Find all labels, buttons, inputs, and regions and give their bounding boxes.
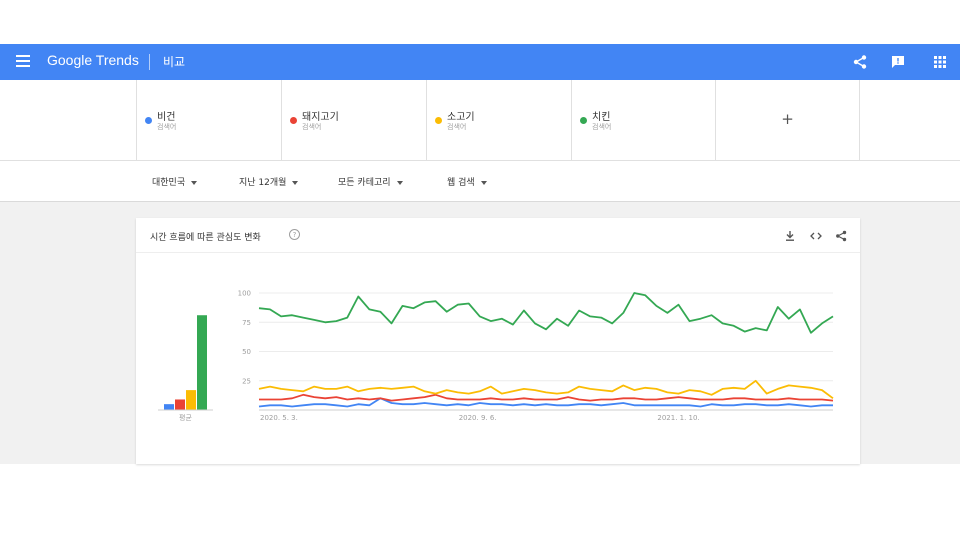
term-type: 검색어 — [447, 123, 467, 131]
caret-down-icon — [191, 180, 198, 185]
term-card-pork[interactable]: 돼지고기 검색어 — [281, 80, 425, 160]
term-name: 비건 — [157, 112, 176, 123]
term-color-dot — [290, 117, 297, 124]
y-tick-label: 100 — [238, 290, 251, 298]
add-term-button[interactable]: + — [715, 80, 860, 160]
average-bar — [186, 390, 196, 410]
share-icon[interactable] — [852, 54, 868, 70]
menu-icon[interactable] — [16, 55, 30, 69]
caret-down-icon — [292, 180, 299, 185]
top-bar: Google Trends 비교 — [0, 44, 960, 80]
filter-bar: 대한민국 지난 12개월 모든 카테고리 웹 검색 — [0, 161, 960, 202]
apps-grid-icon[interactable] — [932, 54, 948, 70]
x-tick-label: 2021. 1. 10. — [657, 414, 699, 422]
term-color-dot — [145, 117, 152, 124]
trend-chart: 25 50 75 100 평균 2020. 5. 3. 2020. 9. 6. 2021. 1… — [158, 290, 834, 422]
filter-search-type-dropdown[interactable]: 웹 검색 — [447, 175, 487, 188]
search-terms-bar: 비건 검색어 돼지고기 검색어 소고기 검색어 치킨 검색어 + — [0, 80, 960, 161]
filter-region-dropdown[interactable]: 대한민국 — [152, 175, 198, 188]
interest-over-time-card: 시간 흐름에 따른 관심도 변화 ? 25 50 75 100 평균 2020. 5. 3… — [136, 218, 860, 464]
filter-time-dropdown[interactable]: 지난 12개월 — [239, 175, 299, 188]
caret-down-icon — [396, 180, 403, 185]
plus-icon: + — [781, 110, 794, 128]
average-bar — [175, 399, 185, 410]
filter-label: 웹 검색 — [447, 178, 475, 188]
page-title: 비교 — [163, 55, 186, 69]
feedback-icon[interactable] — [890, 54, 906, 70]
term-card-beef[interactable]: 소고기 검색어 — [426, 80, 570, 160]
filter-category-dropdown[interactable]: 모든 카테고리 — [338, 175, 403, 188]
term-card-vegan[interactable]: 비건 검색어 — [136, 80, 280, 160]
filter-label: 지난 12개월 — [239, 178, 287, 188]
series-line — [258, 379, 834, 400]
term-name: 소고기 — [447, 112, 475, 123]
caret-down-icon — [480, 180, 487, 185]
term-name: 돼지고기 — [302, 112, 339, 123]
series-line — [258, 292, 834, 334]
brand-logo[interactable]: Google Trends — [47, 52, 139, 68]
filter-label: 모든 카테고리 — [338, 178, 391, 188]
term-type: 검색어 — [302, 123, 322, 131]
average-bar — [197, 315, 207, 410]
filter-label: 대한민국 — [152, 178, 186, 188]
term-type: 검색어 — [592, 123, 612, 131]
x-tick-label: 2020. 9. 6. — [459, 414, 497, 422]
x-tick-label: 2020. 5. 3. — [260, 414, 298, 422]
average-label: 평균 — [179, 413, 192, 422]
term-color-dot — [580, 117, 587, 124]
y-tick-label: 25 — [242, 377, 251, 385]
content-area: 시간 흐름에 따른 관심도 변화 ? 25 50 75 100 평균 2020. 5. 3… — [0, 202, 960, 464]
term-card-chicken[interactable]: 치킨 검색어 — [571, 80, 715, 160]
y-tick-label: 75 — [242, 319, 251, 327]
term-name: 치킨 — [592, 112, 611, 123]
brand-divider — [149, 54, 150, 70]
series-line — [259, 393, 834, 402]
y-tick-label: 50 — [242, 348, 251, 356]
average-bar — [164, 404, 174, 410]
term-type: 검색어 — [157, 123, 177, 131]
term-color-dot — [435, 117, 442, 124]
